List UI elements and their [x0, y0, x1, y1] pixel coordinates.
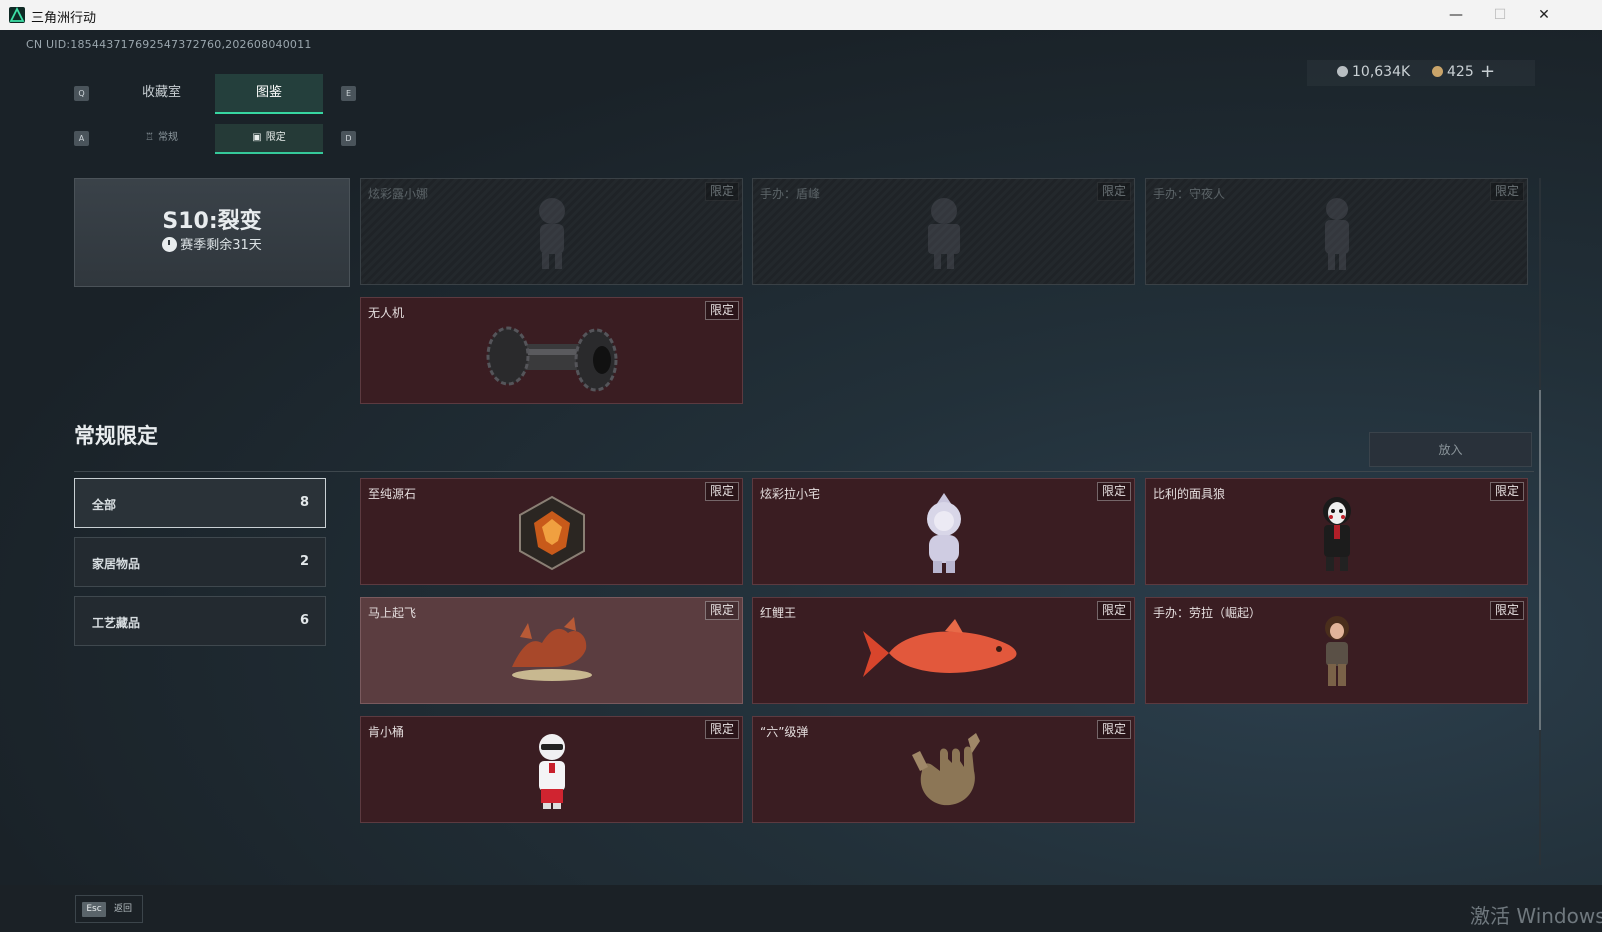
esc-key-hint: Esc	[82, 902, 106, 917]
limited-tag: 限定	[704, 482, 739, 501]
collection-item-card[interactable]: 手办：劳拉（崛起） 限定	[1145, 597, 1528, 704]
window-titlebar: 三角洲行动 — ☐ ✕	[0, 0, 1602, 30]
limited-tag: 限定	[704, 720, 739, 739]
explorer-figure-icon	[1324, 616, 1349, 686]
season-item-card[interactable]: 手办：盾峰 限定	[752, 178, 1135, 285]
gold-coin-icon	[1432, 66, 1443, 77]
item-name: 无人机	[368, 306, 405, 320]
item-name: 肯小桶	[368, 725, 405, 739]
puppet-figure-icon	[1322, 497, 1351, 571]
category-label: 工艺藏品	[92, 616, 141, 630]
limited-tag: 限定	[704, 601, 739, 620]
figure-icon	[538, 198, 565, 269]
category-label: 全部	[92, 498, 117, 512]
limited-tag: 限定	[1096, 182, 1131, 201]
colonel-figure-icon	[538, 734, 565, 809]
season-remaining-text: 赛季剩余31天	[180, 238, 262, 253]
limited-tag: 限定	[1489, 182, 1524, 201]
put-in-button[interactable]: 放入	[1369, 432, 1532, 467]
season-item-card[interactable]: 炫彩露小娜 限定	[360, 178, 743, 285]
drone-part-icon	[486, 326, 617, 392]
currency-gold-value: 425	[1447, 64, 1474, 80]
figure-icon	[1324, 198, 1349, 270]
category-home-items[interactable]: 家居物品 2	[74, 537, 326, 587]
limited-tag: 限定	[1096, 720, 1131, 739]
item-name: 比利的面具狼	[1153, 487, 1226, 501]
limited-tag: 限定	[704, 182, 739, 201]
item-name: 手办：盾峰	[760, 187, 821, 201]
silver-coin-icon	[1337, 66, 1348, 77]
game-screen: CN UID:185443717692547372760,20260804001…	[0, 30, 1602, 932]
scrollbar-thumb[interactable]	[1539, 390, 1541, 730]
season-item-card[interactable]: 手办：守夜人 限定	[1145, 178, 1528, 285]
subtab-regular-label: 常规	[157, 132, 178, 143]
key-hint-d: D	[341, 131, 356, 146]
minimize-button[interactable]: —	[1434, 0, 1478, 30]
key-hint-q: Q	[74, 86, 89, 101]
collection-item-card[interactable]: 肯小桶 限定	[360, 716, 743, 823]
section-divider	[74, 471, 1534, 472]
app-logo-icon	[9, 7, 25, 23]
item-name: 手办：守夜人	[1153, 187, 1226, 201]
carp-icon	[862, 619, 1016, 677]
horse-sculpture-icon	[511, 617, 592, 681]
hand-sculpture-icon	[911, 733, 980, 806]
item-name: 马上起飞	[368, 606, 417, 620]
subtab-regular[interactable]: ♖ 常规	[108, 124, 215, 152]
collection-item-card[interactable]: 至纯源石 限定	[360, 478, 743, 585]
player-uid: CN UID:185443717692547372760,20260804001…	[26, 38, 312, 51]
collection-item-card[interactable]: 炫彩拉小宅 限定	[752, 478, 1135, 585]
item-name: “六”级弹	[760, 725, 809, 739]
item-name: 手办：劳拉（崛起）	[1153, 606, 1262, 620]
trophy-icon: ♖	[145, 132, 154, 143]
astronaut-figure-icon	[926, 493, 961, 573]
figure-icon	[927, 198, 960, 269]
back-button[interactable]: Esc 返回	[75, 895, 143, 923]
tab-codex[interactable]: 图鉴	[215, 74, 323, 114]
tab-collection-room[interactable]: 收藏室	[108, 74, 215, 112]
collection-item-card[interactable]: “六”级弹 限定	[752, 716, 1135, 823]
subtab-limited[interactable]: ▣ 限定	[215, 124, 323, 154]
key-hint-e: E	[341, 86, 356, 101]
image-icon: ▣	[252, 132, 262, 143]
clock-icon	[162, 237, 178, 252]
item-name: 至纯源石	[368, 487, 417, 501]
category-all[interactable]: 全部 8	[74, 478, 326, 528]
limited-tag: 限定	[1096, 601, 1131, 620]
category-label: 家居物品	[92, 557, 141, 571]
category-crafts[interactable]: 工艺藏品 6	[74, 596, 326, 646]
item-name: 炫彩露小娜	[368, 187, 429, 201]
season-remaining: 赛季剩余31天	[75, 234, 349, 253]
collection-item-card[interactable]: 红鲤王 限定	[752, 597, 1135, 704]
currency-bar: 10,634K 425 +	[1307, 60, 1535, 86]
season-card: S10:裂变 赛季剩余31天	[74, 178, 350, 287]
category-count: 6	[299, 613, 309, 628]
limited-tag: 限定	[704, 301, 739, 320]
section-title: 常规限定	[74, 424, 158, 448]
limited-tag: 限定	[1489, 601, 1524, 620]
maximize-button[interactable]: ☐	[1478, 0, 1522, 30]
window-title: 三角洲行动	[31, 11, 97, 26]
bottom-bar: Esc 返回	[0, 885, 1602, 932]
windows-activation-watermark: 激活 Windows	[1470, 904, 1602, 928]
season-item-card[interactable]: 无人机 限定	[360, 297, 743, 404]
item-name: 红鲤王	[760, 606, 797, 620]
item-name: 炫彩拉小宅	[760, 487, 821, 501]
back-label: 返回	[114, 904, 133, 914]
close-button[interactable]: ✕	[1522, 0, 1566, 30]
collection-item-card[interactable]: 马上起飞 限定	[360, 597, 743, 704]
category-count: 2	[299, 554, 309, 569]
gem-icon	[518, 495, 585, 571]
limited-tag: 限定	[1489, 482, 1524, 501]
subtab-limited-label: 限定	[265, 132, 286, 143]
currency-silver-value: 10,634K	[1352, 64, 1411, 80]
limited-tag: 限定	[1096, 482, 1131, 501]
add-currency-button[interactable]: +	[1480, 61, 1495, 82]
collection-item-card[interactable]: 比利的面具狼 限定	[1145, 478, 1528, 585]
category-count: 8	[299, 495, 309, 510]
season-title: S10:裂变	[162, 209, 262, 234]
key-hint-a: A	[74, 131, 89, 146]
